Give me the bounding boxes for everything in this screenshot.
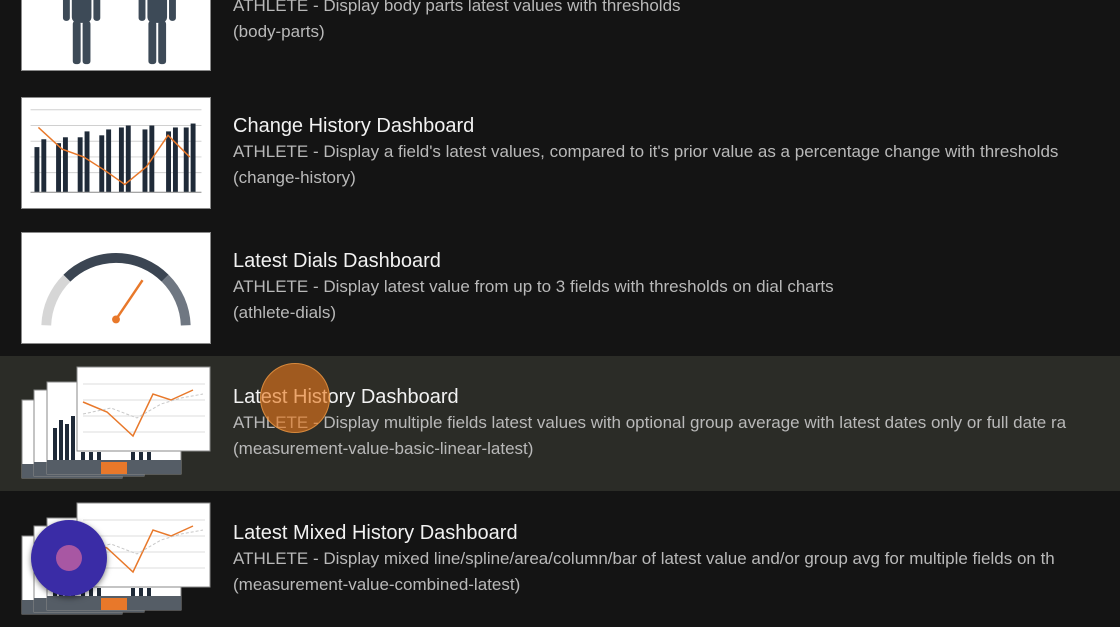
dashboard-code: (body-parts) — [233, 22, 325, 41]
dashboard-description: ATHLETE - Display multiple fields latest… — [233, 413, 1067, 432]
dashboard-description: ATHLETE - Display body parts latest valu… — [233, 0, 681, 15]
dashboard-description: ATHLETE - Display a field's latest value… — [233, 142, 1059, 161]
dashboard-title: Latest Mixed History Dashboard — [233, 522, 518, 544]
dashboard-item-athlete-dials[interactable]: Latest Dials Dashboard ATHLETE - Display… — [0, 220, 1120, 355]
dashboard-code: (measurement-value-basic-linear-latest) — [233, 439, 534, 458]
bar-line-chart-icon — [21, 97, 211, 209]
dashboard-item-measurement-value-basic-linear-latest[interactable]: Latest History Dashboard ATHLETE - Displ… — [0, 356, 1120, 491]
dashboard-title: Latest Dials Dashboard — [233, 250, 441, 272]
dashboard-code: (athlete-dials) — [233, 303, 336, 322]
dashboard-description: ATHLETE - Display mixed line/spline/area… — [233, 549, 1055, 568]
record-icon — [56, 545, 82, 571]
dashboard-code: (measurement-value-combined-latest) — [233, 575, 521, 594]
dashboard-title: Latest History Dashboard — [233, 386, 459, 408]
touch-indicator-icon — [260, 363, 330, 433]
dashboard-item-measurement-value-combined-latest[interactable]: Latest Mixed History Dashboard ATHLETE -… — [0, 492, 1120, 627]
dial-gauge-icon — [21, 232, 211, 344]
dashboard-item-change-history[interactable]: Change History Dashboard ATHLETE - Displ… — [0, 85, 1120, 220]
dashboard-title: Change History Dashboard — [233, 115, 475, 137]
dashboard-item-body-parts[interactable]: ATHLETE - Display body parts latest valu… — [0, 0, 1120, 72]
dashboard-description: ATHLETE - Display latest value from up t… — [233, 277, 834, 296]
floating-record-button[interactable] — [31, 520, 107, 596]
body-figures-icon — [21, 0, 211, 71]
stacked-history-charts-icon — [21, 366, 211, 480]
dashboard-code: (change-history) — [233, 168, 356, 187]
